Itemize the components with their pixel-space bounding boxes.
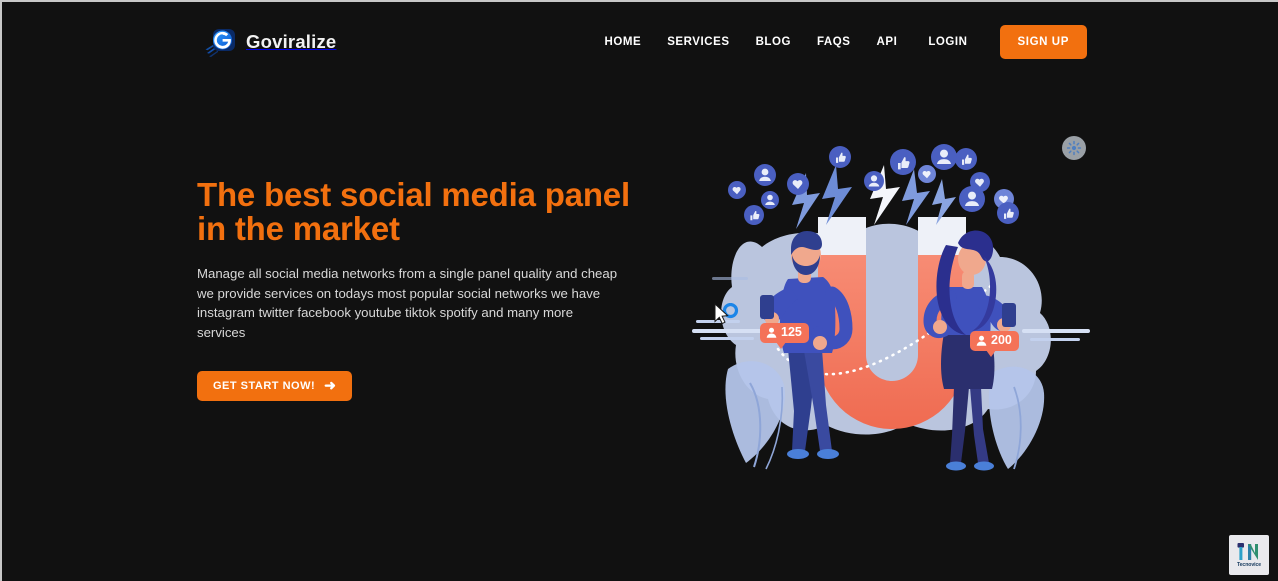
main-navigation: HOME SERVICES BLOG FAQS API LOGIN SIGN U… [592, 25, 1087, 59]
person-icon [959, 186, 985, 212]
hero-subtitle: Manage all social media networks from a … [197, 266, 618, 340]
nav-login[interactable]: LOGIN [910, 25, 985, 59]
get-start-now-button[interactable]: GET START NOW! ➜ [197, 371, 353, 402]
person-icon [976, 336, 987, 347]
thumbs-up-icon [997, 202, 1019, 224]
hero-copy: The best social media panel in the marke… [197, 178, 647, 402]
cta-label: GET START NOW! [213, 380, 316, 393]
heart-icon [918, 165, 936, 183]
person-icon [931, 144, 957, 170]
follower-counter-badge-125: 125 [760, 323, 809, 349]
nav-blog[interactable]: BLOG [743, 25, 804, 59]
counter-value: 125 [781, 325, 802, 339]
thumbs-up-icon [829, 146, 851, 168]
tecnovice-watermark: Tecnovice [1229, 535, 1269, 575]
brand-name: Goviralize [246, 31, 337, 52]
hero-title-line-2: in the market [197, 209, 400, 247]
watermark-label: Tecnovice [1236, 561, 1262, 568]
thumbs-up-icon [890, 149, 916, 175]
nav-api[interactable]: API [864, 25, 911, 59]
counter-value: 200 [991, 333, 1012, 347]
hero-section: The best social media panel in the marke… [2, 82, 1278, 581]
social-media-magnet-illustration: 125 200 [692, 137, 1092, 477]
follower-counter-badge-200: 200 [970, 331, 1019, 357]
illustration-svg [692, 144, 1090, 471]
arrow-right-icon: ➜ [324, 377, 337, 394]
person-icon [761, 191, 779, 209]
signup-button[interactable]: SIGN UP [999, 25, 1087, 59]
tn-monogram-icon [1237, 542, 1258, 560]
heart-icon [787, 173, 809, 195]
nav-faqs[interactable]: FAQS [804, 25, 864, 59]
person-icon [754, 164, 776, 186]
hero-title-line-1: The best social media panel [197, 176, 630, 213]
brand-logo-link[interactable]: Goviralize [205, 26, 336, 58]
heart-icon [728, 181, 746, 199]
page-title: The best social media panel in the marke… [197, 178, 647, 245]
page-root: Goviralize HOME SERVICES BLOG FAQS API L… [0, 0, 1278, 581]
thumbs-up-icon [744, 205, 764, 225]
person-icon [766, 328, 777, 339]
site-header: Goviralize HOME SERVICES BLOG FAQS API L… [2, 2, 1278, 82]
person-icon [864, 171, 884, 191]
nav-home[interactable]: HOME [592, 25, 655, 59]
g-swoosh-logo-icon [205, 26, 237, 58]
loading-spinner-icon [1062, 136, 1086, 160]
nav-services[interactable]: SERVICES [654, 25, 742, 59]
thumbs-up-icon [955, 148, 977, 170]
